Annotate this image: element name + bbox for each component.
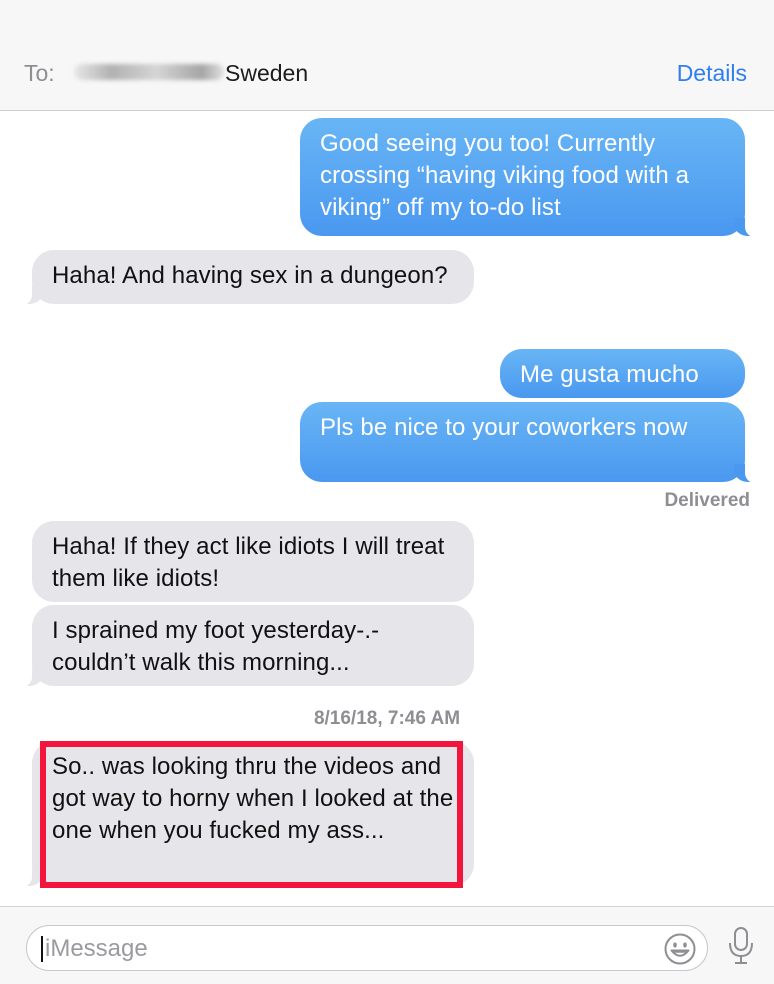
message-bubble-incoming[interactable]: So.. was looking thru the videos and got… [18, 741, 474, 887]
recipient-name-redacted [74, 64, 224, 80]
message-bubble-incoming[interactable]: I sprained my foot yesterday-.- couldn’t… [18, 605, 474, 687]
composer-bar: iMessage [0, 906, 774, 984]
message-timestamp: 8/16/18, 7:46 AM [313, 708, 461, 729]
message-bubble-incoming[interactable]: Haha! If they act like idiots I will tre… [32, 521, 474, 602]
recipient-name[interactable]: Sweden [225, 60, 308, 87]
message-bubble-incoming[interactable]: Haha! And having sex in a dungeon? [18, 250, 474, 305]
conversation-header: To: Sweden Details [0, 0, 774, 111]
message-bubble-outgoing[interactable]: Pls be nice to your coworkers now [300, 402, 759, 483]
text-cursor [41, 936, 43, 962]
emoji-icon[interactable] [663, 932, 697, 966]
microphone-icon[interactable] [726, 926, 756, 966]
to-label: To: [24, 60, 55, 86]
details-button[interactable]: Details [677, 60, 747, 87]
message-input[interactable]: iMessage [26, 925, 708, 971]
message-bubble-outgoing[interactable]: Good seeing you too! Currently crossing … [300, 118, 759, 237]
message-input-placeholder: iMessage [45, 935, 148, 962]
delivery-status: Delivered [664, 490, 750, 511]
message-bubble-outgoing[interactable]: Me gusta mucho [500, 349, 745, 398]
